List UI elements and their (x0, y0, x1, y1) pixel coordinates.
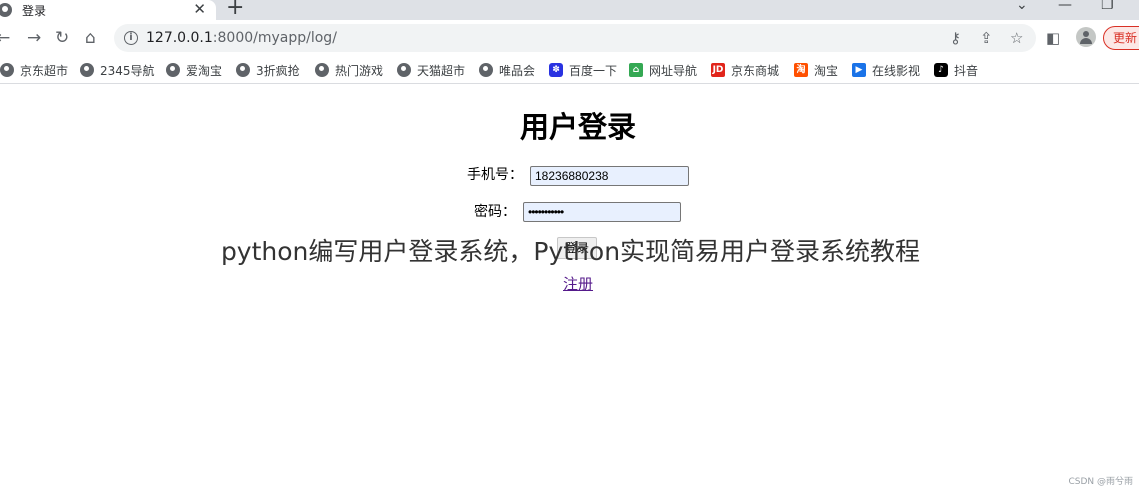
password-label: 密码： (474, 204, 516, 220)
bookmark-label: 天猫超市 (417, 63, 466, 78)
bookmark-label: 淘宝 (814, 63, 839, 78)
close-icon[interactable]: ✕ (193, 0, 206, 18)
address-bar[interactable]: i 127.0.0.1:8000/myapp/log/ ⚷ ⇪ ☆ (114, 24, 1036, 52)
browser-tab[interactable]: 登录 ✕ (0, 0, 216, 20)
globe-icon (0, 3, 12, 17)
phone-input[interactable]: 18236880238 (530, 166, 689, 186)
minimize-button[interactable]: — (1058, 0, 1072, 14)
bookmark-label: 在线影视 (872, 63, 921, 78)
bookmark-item[interactable]: 2345导航 (80, 61, 155, 79)
bookmark-label: 热门游戏 (335, 63, 384, 78)
globe-icon (80, 63, 94, 77)
bookmark-item[interactable]: ♪ 抖音 (934, 61, 978, 79)
password-input[interactable]: ••••••••••• (523, 202, 681, 222)
globe-icon (315, 63, 329, 77)
bookmark-label: 3折疯抢 (256, 63, 300, 78)
key-icon[interactable]: ⚷ (950, 28, 961, 48)
side-panel-icon[interactable]: ◧ (1046, 28, 1060, 48)
info-icon[interactable]: i (124, 31, 138, 45)
bookmark-item[interactable]: 唯品会 (479, 61, 535, 79)
bookmarks-bar: 京东超市 2345导航 爱淘宝 3折疯抢 热门游戏 天猫超市 唯品会 ✽ 百度一下… (0, 56, 1139, 84)
bookmark-item[interactable]: 天猫超市 (397, 61, 465, 79)
tab-title: 登录 (22, 3, 47, 18)
page-title: 用户登录 (519, 110, 636, 144)
bookmark-item[interactable]: JD 京东商城 (711, 61, 779, 79)
chevron-down-icon[interactable]: ⌄ (1016, 0, 1028, 14)
home-button[interactable]: ⌂ (85, 28, 96, 48)
taobao-logo-icon: 淘 (794, 63, 808, 77)
back-button[interactable]: ← (0, 28, 10, 48)
overlay-caption: python编写用户登录系统，Python实现简易用户登录系统教程 (220, 237, 921, 266)
register-link[interactable]: 注册 (563, 274, 593, 294)
bookmark-item[interactable]: ⌂ 网址导航 (629, 61, 697, 79)
bookmark-item[interactable]: 热门游戏 (315, 61, 383, 79)
tab-strip: 登录 ✕ + ⌄ — ❐ (0, 0, 1139, 20)
browser-toolbar: ← → ↻ ⌂ i 127.0.0.1:8000/myapp/log/ ⚷ ⇪ … (0, 20, 1139, 56)
url-host: 127.0.0.1 (146, 30, 213, 46)
globe-icon (0, 63, 14, 77)
bookmark-item[interactable]: 京东超市 (0, 61, 68, 79)
share-icon[interactable]: ⇪ (980, 28, 993, 48)
globe-icon (236, 63, 250, 77)
bookmark-label: 2345导航 (100, 63, 155, 78)
bookmark-label: 网址导航 (649, 63, 698, 78)
url-text[interactable]: 127.0.0.1:8000/myapp/log/ (146, 29, 337, 47)
baidu-paw-icon: ✽ (549, 63, 563, 77)
tiktok-icon: ♪ (934, 63, 948, 77)
bookmark-label: 百度一下 (569, 63, 618, 78)
restore-button[interactable]: ❐ (1101, 0, 1114, 14)
globe-icon (479, 63, 493, 77)
phone-label: 手机号： (467, 167, 523, 183)
film-icon: ▶ (852, 63, 866, 77)
forward-button[interactable]: → (27, 28, 41, 48)
bookmark-label: 京东商城 (731, 63, 780, 78)
bookmark-item[interactable]: 3折疯抢 (236, 61, 300, 79)
home-icon: ⌂ (629, 63, 643, 77)
new-tab-button[interactable]: + (226, 0, 244, 19)
bookmark-label: 京东超市 (20, 63, 69, 78)
profile-icon[interactable] (1076, 27, 1096, 47)
update-button[interactable]: 更新 (1103, 26, 1139, 50)
bookmark-item[interactable]: ✽ 百度一下 (549, 61, 617, 79)
bookmark-label: 唯品会 (499, 63, 536, 78)
bookmark-item[interactable]: ▶ 在线影视 (852, 61, 920, 79)
star-icon[interactable]: ☆ (1010, 28, 1023, 48)
bookmark-item[interactable]: 淘淘宝 (794, 61, 838, 79)
watermark: CSDN @雨兮雨 (1068, 477, 1133, 487)
bookmark-label: 抖音 (954, 63, 979, 78)
bookmark-item[interactable]: 爱淘宝 (166, 61, 222, 79)
url-path: :8000/myapp/log/ (212, 30, 337, 46)
reload-button[interactable]: ↻ (55, 28, 69, 48)
jd-logo-icon: JD (711, 63, 725, 77)
bookmark-label: 爱淘宝 (186, 63, 223, 78)
globe-icon (166, 63, 180, 77)
globe-icon (397, 63, 411, 77)
